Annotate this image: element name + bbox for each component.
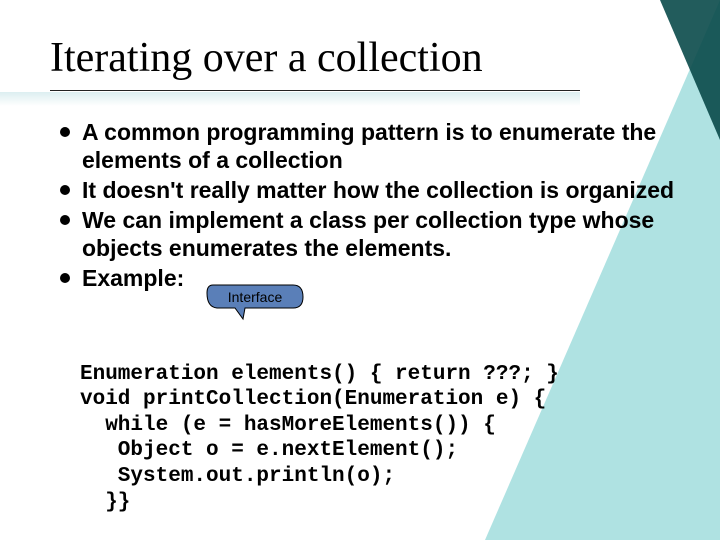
- code-line: }}: [80, 491, 130, 514]
- bullet-text: We can implement a class per collection …: [82, 206, 680, 262]
- bullet-dot-icon: [60, 273, 70, 283]
- interface-callout: Interface: [205, 281, 305, 313]
- bullet-dot-icon: [60, 215, 70, 225]
- slide: Iterating over a collection A common pro…: [0, 0, 720, 540]
- callout-label: Interface: [228, 289, 282, 305]
- code-line: void printCollection(Enumeration e) {: [80, 388, 546, 411]
- title-underline: [50, 90, 580, 91]
- bullet-text: It doesn't really matter how the collect…: [82, 176, 674, 204]
- bullet-item: Example:: [60, 264, 680, 292]
- code-line: while (e = hasMoreElements()) {: [80, 414, 496, 437]
- bullet-dot-icon: [60, 185, 70, 195]
- code-line: Enumeration elements() { return ???; }: [80, 363, 559, 386]
- bullet-item: It doesn't really matter how the collect…: [60, 176, 680, 204]
- slide-title: Iterating over a collection: [50, 34, 483, 82]
- title-gradient-strip: [0, 92, 580, 106]
- bullet-item: A common programming pattern is to enume…: [60, 118, 680, 174]
- bullet-dot-icon: [60, 127, 70, 137]
- code-line: Object o = e.nextElement();: [80, 439, 458, 462]
- bullet-text: A common programming pattern is to enume…: [82, 118, 680, 174]
- code-block: Enumeration elements() { return ???; } v…: [80, 336, 559, 515]
- bullet-item: We can implement a class per collection …: [60, 206, 680, 262]
- bullet-text: Example:: [82, 264, 184, 292]
- code-line: System.out.println(o);: [80, 465, 395, 488]
- slide-body: A common programming pattern is to enume…: [60, 118, 680, 294]
